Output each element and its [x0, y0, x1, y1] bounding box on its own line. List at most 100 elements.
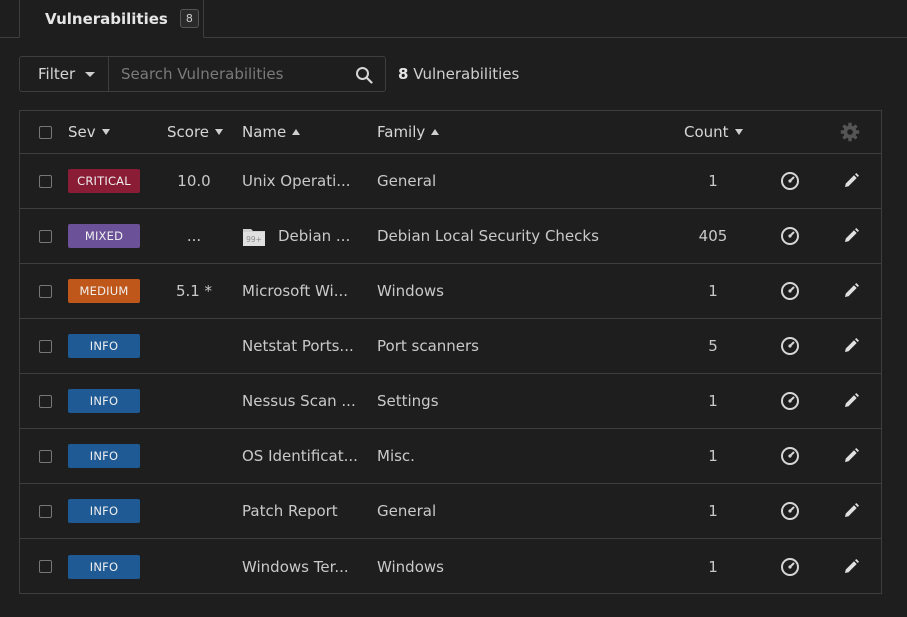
edit-button[interactable]: [841, 391, 861, 411]
sort-ascending-icon: [431, 129, 440, 135]
column-header-score[interactable]: Score: [167, 111, 224, 153]
tab-vulnerabilities[interactable]: Vulnerabilities 8: [19, 0, 204, 38]
edit-button[interactable]: [841, 557, 861, 577]
select-all-checkbox[interactable]: [39, 125, 52, 139]
vulnerability-name[interactable]: Debian ...: [278, 227, 350, 245]
snooze-button[interactable]: [780, 557, 800, 577]
svg-text:99+: 99+: [246, 235, 262, 244]
snooze-cell: [780, 429, 800, 483]
severity-badge: MEDIUM: [68, 279, 140, 303]
snooze-button[interactable]: [780, 446, 800, 466]
edit-button[interactable]: [841, 446, 861, 466]
family-name: Debian Local Security Checks: [377, 227, 599, 245]
edit-cell: [841, 374, 861, 428]
name-cell[interactable]: Patch Report: [242, 484, 338, 538]
filter-label: Filter: [38, 65, 76, 83]
count-value: 1: [708, 172, 718, 190]
column-header-count[interactable]: Count: [684, 111, 743, 153]
pencil-icon: [845, 283, 859, 297]
severity-label: INFO: [89, 339, 119, 353]
edit-cell: [841, 154, 861, 208]
table-row[interactable]: MIXED ... 99+ Debian ... Debian Local Se…: [20, 209, 881, 264]
column-header-count-label: Count: [684, 123, 729, 141]
severity-badge: MIXED: [68, 224, 140, 248]
vulnerability-name[interactable]: Netstat Ports...: [242, 337, 354, 355]
table-row[interactable]: INFO Nessus Scan ... Settings 1: [20, 374, 881, 429]
snooze-button[interactable]: [780, 336, 800, 356]
severity-cell: CRITICAL: [68, 154, 140, 208]
row-checkbox[interactable]: [39, 229, 52, 243]
family-name: Port scanners: [377, 337, 479, 355]
gear-icon[interactable]: [840, 122, 860, 142]
vulnerability-name[interactable]: Microsoft Wi...: [242, 282, 348, 300]
severity-cell: INFO: [68, 429, 140, 483]
select-all-cell: [39, 111, 52, 153]
severity-label: INFO: [89, 449, 119, 463]
snooze-button[interactable]: [780, 226, 800, 246]
row-checkbox[interactable]: [39, 284, 52, 298]
name-cell[interactable]: Nessus Scan ...: [242, 374, 356, 428]
search-input[interactable]: [109, 57, 349, 91]
vulnerability-name[interactable]: OS Identificat...: [242, 447, 358, 465]
table-row[interactable]: INFO Patch Report General 1: [20, 484, 881, 539]
table-row[interactable]: CRITICAL 10.0 Unix Operati... General 1: [20, 154, 881, 209]
snooze-button[interactable]: [780, 391, 800, 411]
column-header-sev[interactable]: Sev: [68, 111, 110, 153]
vulnerabilities-table: Sev Score Name Family Count CRITICAL 10.…: [19, 110, 882, 594]
clock-icon: [781, 557, 799, 576]
vulnerability-name[interactable]: Unix Operati...: [242, 172, 351, 190]
vulnerability-name[interactable]: Windows Ter...: [242, 558, 349, 576]
sort-descending-icon: [734, 129, 743, 135]
snooze-button[interactable]: [780, 281, 800, 301]
column-header-family-label: Family: [377, 123, 426, 141]
name-cell[interactable]: OS Identificat...: [242, 429, 358, 483]
edit-button[interactable]: [841, 501, 861, 521]
filter-button[interactable]: Filter: [19, 56, 109, 92]
severity-cell: INFO: [68, 484, 140, 538]
edit-button[interactable]: [841, 226, 861, 246]
snooze-cell: [780, 484, 800, 538]
name-cell[interactable]: Microsoft Wi...: [242, 264, 348, 318]
edit-button[interactable]: [841, 171, 861, 191]
edit-button[interactable]: [841, 281, 861, 301]
family-cell: General: [377, 154, 436, 208]
vulnerability-name[interactable]: Nessus Scan ...: [242, 392, 356, 410]
search-icon[interactable]: [355, 66, 373, 84]
name-cell[interactable]: Netstat Ports...: [242, 319, 354, 373]
column-header-name[interactable]: Name: [242, 111, 301, 153]
table-row[interactable]: INFO OS Identificat... Misc. 1: [20, 429, 881, 484]
edit-cell: [841, 209, 861, 263]
severity-badge: INFO: [68, 499, 140, 523]
edit-cell: [841, 484, 861, 538]
edit-button[interactable]: [841, 336, 861, 356]
count-value: 5: [708, 337, 718, 355]
row-checkbox[interactable]: [39, 394, 52, 408]
row-checkbox[interactable]: [39, 560, 52, 573]
table-row[interactable]: MEDIUM 5.1 * Microsoft Wi... Windows 1: [20, 264, 881, 319]
caret-down-icon: [85, 71, 96, 77]
name-cell[interactable]: Unix Operati...: [242, 154, 351, 208]
row-checkbox[interactable]: [39, 174, 52, 188]
snooze-button[interactable]: [780, 501, 800, 521]
column-header-family[interactable]: Family: [377, 111, 440, 153]
severity-label: INFO: [89, 394, 119, 408]
snooze-button[interactable]: [780, 171, 800, 191]
row-checkbox[interactable]: [39, 339, 52, 353]
table-row[interactable]: INFO Windows Ter... Windows 1: [20, 539, 881, 594]
family-cell: Debian Local Security Checks: [377, 209, 599, 263]
snooze-cell: [780, 374, 800, 428]
vulnerability-name[interactable]: Patch Report: [242, 502, 338, 520]
folder-icon: 99+: [243, 229, 265, 246]
name-cell[interactable]: 99+ Debian ...: [242, 209, 350, 263]
row-select-cell: [39, 429, 52, 483]
name-cell[interactable]: Windows Ter...: [242, 539, 349, 594]
row-checkbox[interactable]: [39, 504, 52, 518]
severity-cell: MEDIUM: [68, 264, 140, 318]
row-checkbox[interactable]: [39, 449, 52, 463]
edit-cell: [841, 264, 861, 318]
row-select-cell: [39, 209, 52, 263]
sort-descending-icon: [215, 129, 224, 135]
row-select-cell: [39, 319, 52, 373]
pencil-icon: [845, 393, 859, 407]
table-row[interactable]: INFO Netstat Ports... Port scanners 5: [20, 319, 881, 374]
